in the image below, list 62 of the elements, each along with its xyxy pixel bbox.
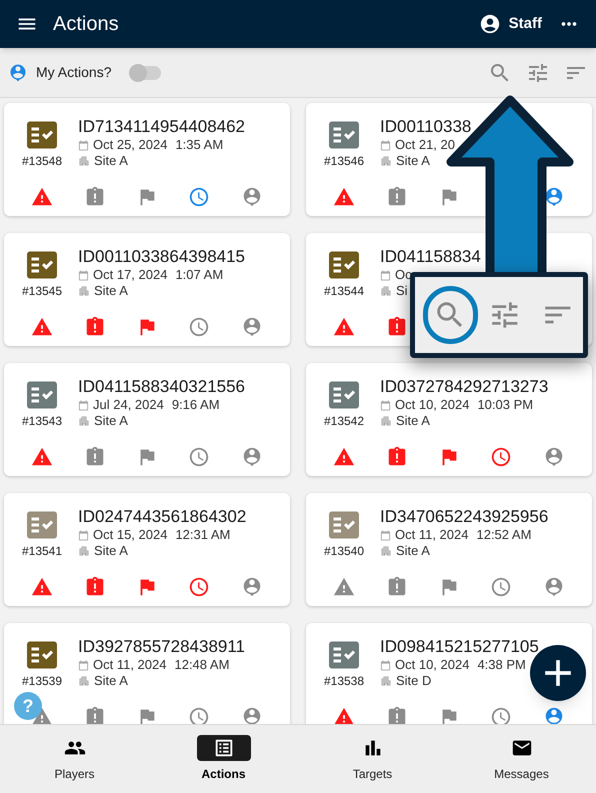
action-card[interactable]: #13545 ID0011033864398415 Oct 17, 2024 1:07 AM Site A [4, 233, 290, 346]
action-number: #13541 [22, 543, 62, 559]
action-number: #13544 [324, 283, 364, 299]
action-site: Site A [94, 673, 128, 689]
action-card[interactable]: #13538 ID098415215277105 Oct 10, 2024 4:38 PM Site D [306, 623, 592, 724]
action-date: Oct 17, 2024 [93, 267, 168, 283]
action-id: ID00110338 [380, 117, 472, 137]
action-date: Oct 15, 2024 [93, 527, 168, 543]
action-date: Oct 10, 2024 [395, 397, 470, 413]
page-title: Actions [53, 12, 119, 37]
action-time: 1:07 AM [175, 267, 224, 283]
action-time: 10:03 PM [477, 397, 534, 413]
action-time: 12:52 AM [476, 527, 532, 543]
action-date: Oct 10, 2024 [395, 657, 470, 673]
action-site: Site A [94, 153, 128, 169]
action-site: Site A [94, 283, 128, 299]
user-name[interactable]: Staff [508, 12, 542, 36]
action-id: ID3927855728438911 [78, 637, 246, 657]
action-id: ID098415215277105 [380, 637, 539, 657]
action-card[interactable]: #13541 ID0247443561864302 Oct 15, 2024 12:31 AM Site A [4, 493, 290, 606]
action-site: Site D [396, 673, 432, 689]
action-number: #13545 [22, 283, 62, 299]
action-site: Site A [94, 413, 128, 429]
action-date: Oct 11, 2024 [395, 527, 468, 543]
action-card[interactable]: #13543 ID0411588340321556 Jul 24, 2024 9:16 AM Site A [4, 363, 290, 476]
action-date: Oct 21, 20 [395, 137, 455, 153]
action-number: #13538 [324, 673, 364, 689]
action-card[interactable]: #13548 ID7134114954408462 Oct 25, 2024 1:35 AM Site A [4, 103, 290, 216]
action-date: Oct 11, 2024 [93, 657, 166, 673]
action-site: Site A [396, 413, 430, 429]
action-card[interactable]: #13542 ID0372784292713273 Oct 10, 2024 10:03 PM Site A [306, 363, 592, 476]
action-id: ID0247443561864302 [78, 507, 246, 527]
action-site: Site A [396, 153, 430, 169]
nav-tab[interactable]: Actions [149, 725, 298, 793]
action-number: #13542 [324, 413, 364, 429]
action-id: ID0011033864398415 [78, 247, 246, 267]
action-id: ID7134114954408462 [78, 117, 246, 137]
action-id: ID0411588340321556 [78, 377, 246, 397]
action-date: Oc [395, 267, 412, 283]
action-number: #13540 [324, 543, 364, 559]
action-id: ID041158834 [380, 247, 481, 267]
action-date: Jul 24, 2024 [93, 397, 164, 413]
action-number: #13548 [22, 153, 62, 169]
action-number: #13543 [22, 413, 62, 429]
action-site: Site A [94, 543, 128, 559]
action-time: 12:31 AM [175, 527, 230, 543]
action-date: Oct 25, 2024 [93, 137, 168, 153]
action-time: 4:38 PM [477, 657, 526, 673]
action-time: 12:48 AM [174, 657, 230, 673]
nav-tab[interactable]: Players [0, 725, 149, 793]
action-number: #13546 [324, 153, 364, 169]
action-site: Site A [396, 543, 430, 559]
action-number: #13539 [22, 673, 62, 689]
toggle-label: My Actions? [36, 63, 112, 82]
action-site: Si [396, 283, 408, 299]
action-id: ID0372784292713273 [380, 377, 548, 397]
nav-tab[interactable]: Targets [298, 725, 447, 793]
nav-tab[interactable]: Messages [447, 725, 596, 793]
action-card[interactable]: #13540 ID3470652243925956 Oct 11, 2024 12:52 AM Site A [306, 493, 592, 606]
action-time: 9:16 AM [172, 397, 220, 413]
action-time: 1:35 AM [175, 137, 224, 153]
action-id: ID3470652243925956 [380, 507, 548, 527]
